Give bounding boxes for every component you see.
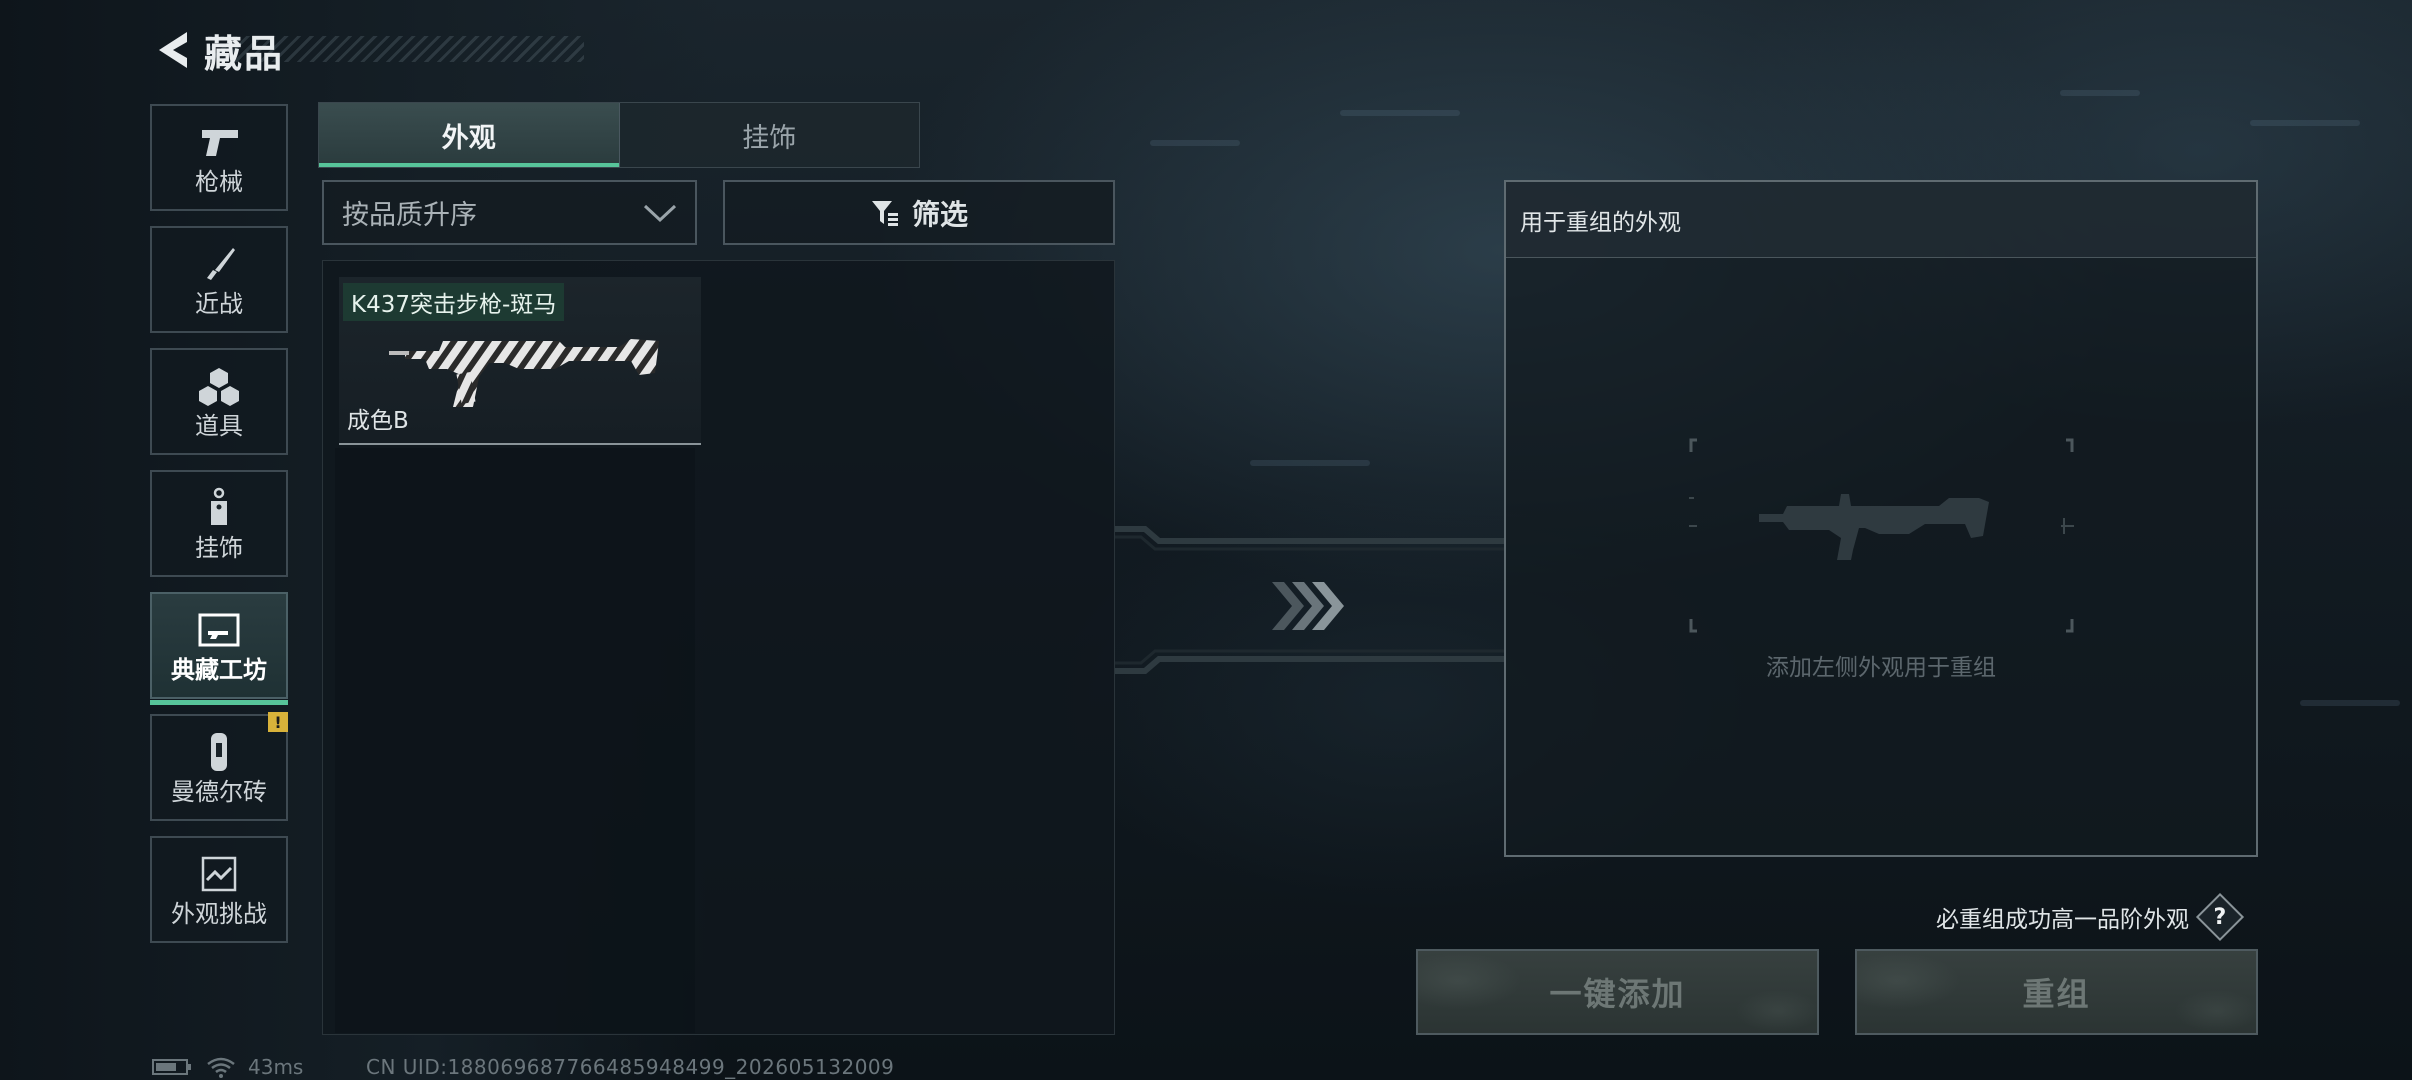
sidebar-item-melee[interactable]: 近战 [150, 226, 288, 333]
recombine-hint: 添加左侧外观用于重组 [1766, 655, 1996, 681]
sidebar-item-label: 典藏工坊 [171, 656, 267, 684]
recombine-panel: 用于重组的外观 添加左侧外观用于重组 [1504, 180, 2258, 857]
sidebar-item-firearms[interactable]: 枪械 [150, 104, 288, 211]
status-bar: 43ms [152, 1055, 303, 1079]
recombine-header: 用于重组的外观 [1506, 182, 2256, 258]
bg-streak [1340, 110, 1460, 116]
sidebar-item-label: 曼德尔砖 [171, 778, 267, 806]
sidebar-item-label: 挂饰 [195, 534, 243, 562]
recombine-label: 重组 [2022, 975, 2091, 1013]
question-icon: ? [2213, 904, 2227, 930]
chevron-down-icon [643, 204, 677, 222]
charm-tag-icon [197, 487, 241, 528]
skin-quality: 成色B [347, 408, 409, 434]
bg-streak [2300, 700, 2400, 706]
panel-shade [335, 448, 695, 1033]
zebra-rifle-image [389, 339, 659, 407]
back-button[interactable] [150, 25, 194, 75]
guarantee-text: 必重组成功高一品阶外观 [1936, 907, 2189, 933]
bg-streak [2060, 90, 2140, 96]
sidebar-item-label: 外观挑战 [171, 900, 267, 928]
recombine-slot[interactable] [1683, 438, 2074, 633]
back-arrow-icon [159, 32, 187, 68]
sidebar-item-workshop[interactable]: 典藏工坊 [150, 592, 288, 705]
challenge-icon [197, 854, 241, 894]
skin-card[interactable]: K437突击步枪-斑马 成色B [339, 277, 701, 445]
triple-chevron-icon [1272, 582, 1344, 630]
sidebar-item-label: 近战 [195, 290, 243, 318]
recombine-title: 用于重组的外观 [1520, 209, 1681, 236]
knife-icon [197, 244, 241, 284]
filter-label: 筛选 [911, 197, 968, 231]
bg-streak [1150, 140, 1240, 146]
workshop-frame-icon [197, 610, 241, 650]
sidebar-item-appearance-challenge[interactable]: 外观挑战 [150, 836, 288, 943]
recombine-button[interactable]: 重组 [1855, 949, 2258, 1035]
tab-appearance[interactable]: 外观 [319, 103, 619, 167]
sidebar-item-label: 道具 [195, 412, 243, 440]
add-all-label: 一键添加 [1549, 975, 1686, 1013]
battery-icon [152, 1059, 191, 1075]
category-sidebar: 枪械 近战 道具 挂饰 典藏工坊 ! 曼德尔砖 外观挑战 [150, 104, 288, 958]
sidebar-item-props[interactable]: 道具 [150, 348, 288, 455]
page-title: 藏品 [204, 31, 285, 76]
sidebar-item-mandel-brick[interactable]: ! 曼德尔砖 [150, 712, 288, 821]
cubes-icon [197, 366, 241, 406]
add-all-button[interactable]: 一键添加 [1416, 949, 1819, 1035]
content-tabs: 外观 挂饰 [318, 102, 920, 168]
rifle-placeholder-icon [1683, 438, 2074, 633]
skin-list-panel: K437突击步枪-斑马 成色B [322, 260, 1115, 1035]
pistol-icon [197, 122, 241, 162]
sidebar-item-label: 枪械 [195, 168, 243, 196]
user-uid: CN UID:18806968776648594849​9_2026051320… [366, 1055, 895, 1079]
tab-charms[interactable]: 挂饰 [618, 103, 920, 167]
help-button[interactable]: ? [2195, 892, 2245, 942]
alert-badge: ! [268, 712, 288, 732]
sort-value: 按品质升序 [342, 200, 477, 231]
guarantee-note: 必重组成功高一品阶外观 ? [1936, 892, 2245, 942]
sidebar-item-charms[interactable]: 挂饰 [150, 470, 288, 577]
bg-streak [2250, 120, 2360, 126]
wifi-icon [207, 1057, 235, 1078]
sort-dropdown[interactable]: 按品质升序 [322, 180, 697, 245]
bg-streak [1250, 460, 1370, 466]
brick-icon [197, 732, 241, 772]
filter-button[interactable]: 筛选 [723, 180, 1115, 245]
ping-value: 43ms [248, 1055, 304, 1079]
page-header: 藏品 [150, 22, 284, 78]
filter-icon [871, 200, 898, 226]
